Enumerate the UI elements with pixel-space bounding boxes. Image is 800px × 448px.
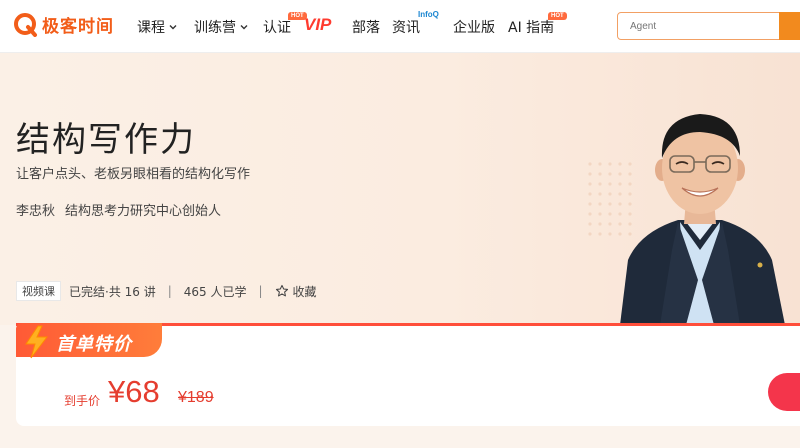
nav-vip[interactable]: VIP bbox=[304, 15, 331, 35]
nav-tribe-label: 部落 bbox=[352, 20, 380, 36]
logo[interactable]: 极客时间 bbox=[14, 12, 114, 37]
logo-text: 极客时间 bbox=[42, 17, 114, 37]
search-input[interactable] bbox=[618, 13, 780, 39]
price-label: 到手价 bbox=[64, 394, 101, 408]
course-title: 结构写作力 bbox=[16, 120, 196, 160]
nav-certification[interactable]: 认证 bbox=[263, 17, 291, 37]
search-button[interactable] bbox=[779, 12, 800, 40]
original-price: ¥189 bbox=[178, 389, 214, 406]
nav-enterprise-label: 企业版 bbox=[453, 20, 495, 36]
author-info: 李忠秋 结构思考力研究中心创始人 bbox=[16, 200, 221, 219]
chevron-down-icon bbox=[169, 25, 177, 30]
nav-courses-label: 课程 bbox=[137, 20, 165, 36]
course-meta: 视频课 已完结·共 16 讲 | 465 人已学 | 收藏 bbox=[16, 281, 317, 301]
nav-courses[interactable]: 课程 bbox=[137, 17, 178, 37]
course-status: 已完结·共 16 讲 bbox=[69, 284, 156, 299]
nav-enterprise[interactable]: 企业版 bbox=[453, 17, 495, 37]
nav-bootcamp-label: 训练营 bbox=[194, 20, 236, 36]
nav-tribe[interactable]: 部落 bbox=[352, 17, 380, 37]
favorite-button[interactable]: 收藏 bbox=[275, 283, 317, 300]
logo-icon bbox=[14, 12, 37, 37]
author-role: 结构思考力研究中心创始人 bbox=[65, 204, 222, 219]
star-icon bbox=[275, 284, 288, 297]
author-name: 李忠秋 bbox=[16, 204, 56, 219]
current-price: ¥68 bbox=[108, 374, 160, 409]
nav-ai-guide[interactable]: AI 指南 bbox=[508, 17, 554, 37]
course-subtitle: 让客户点头、老板另眼相看的结构化写作 bbox=[16, 167, 251, 182]
infoq-badge: InfoQ bbox=[418, 10, 439, 19]
nav-ai-guide-label: AI 指南 bbox=[508, 20, 555, 36]
buy-button[interactable] bbox=[768, 373, 800, 411]
nav-bootcamp[interactable]: 训练营 bbox=[194, 17, 249, 37]
hot-badge: HOT bbox=[548, 12, 567, 20]
course-type-tag: 视频课 bbox=[16, 281, 61, 301]
nav-news[interactable]: 资讯 bbox=[392, 17, 420, 37]
favorite-label: 收藏 bbox=[292, 284, 317, 299]
first-order-badge-text: 首单特价 bbox=[56, 334, 132, 355]
author-portrait bbox=[620, 114, 785, 325]
chevron-down-icon bbox=[240, 25, 248, 30]
search-box bbox=[617, 12, 800, 40]
learner-count: 465 人已学 bbox=[183, 284, 247, 299]
nav-news-label: 资讯 bbox=[392, 20, 420, 36]
divider: | bbox=[167, 284, 172, 298]
nav-certification-label: 认证 bbox=[263, 20, 291, 36]
divider: | bbox=[258, 284, 263, 298]
lightning-icon bbox=[25, 325, 49, 359]
top-nav: 极客时间 课程 训练营 认证 HOT VIP 部落 资讯 InfoQ 企业版 A… bbox=[0, 0, 800, 53]
